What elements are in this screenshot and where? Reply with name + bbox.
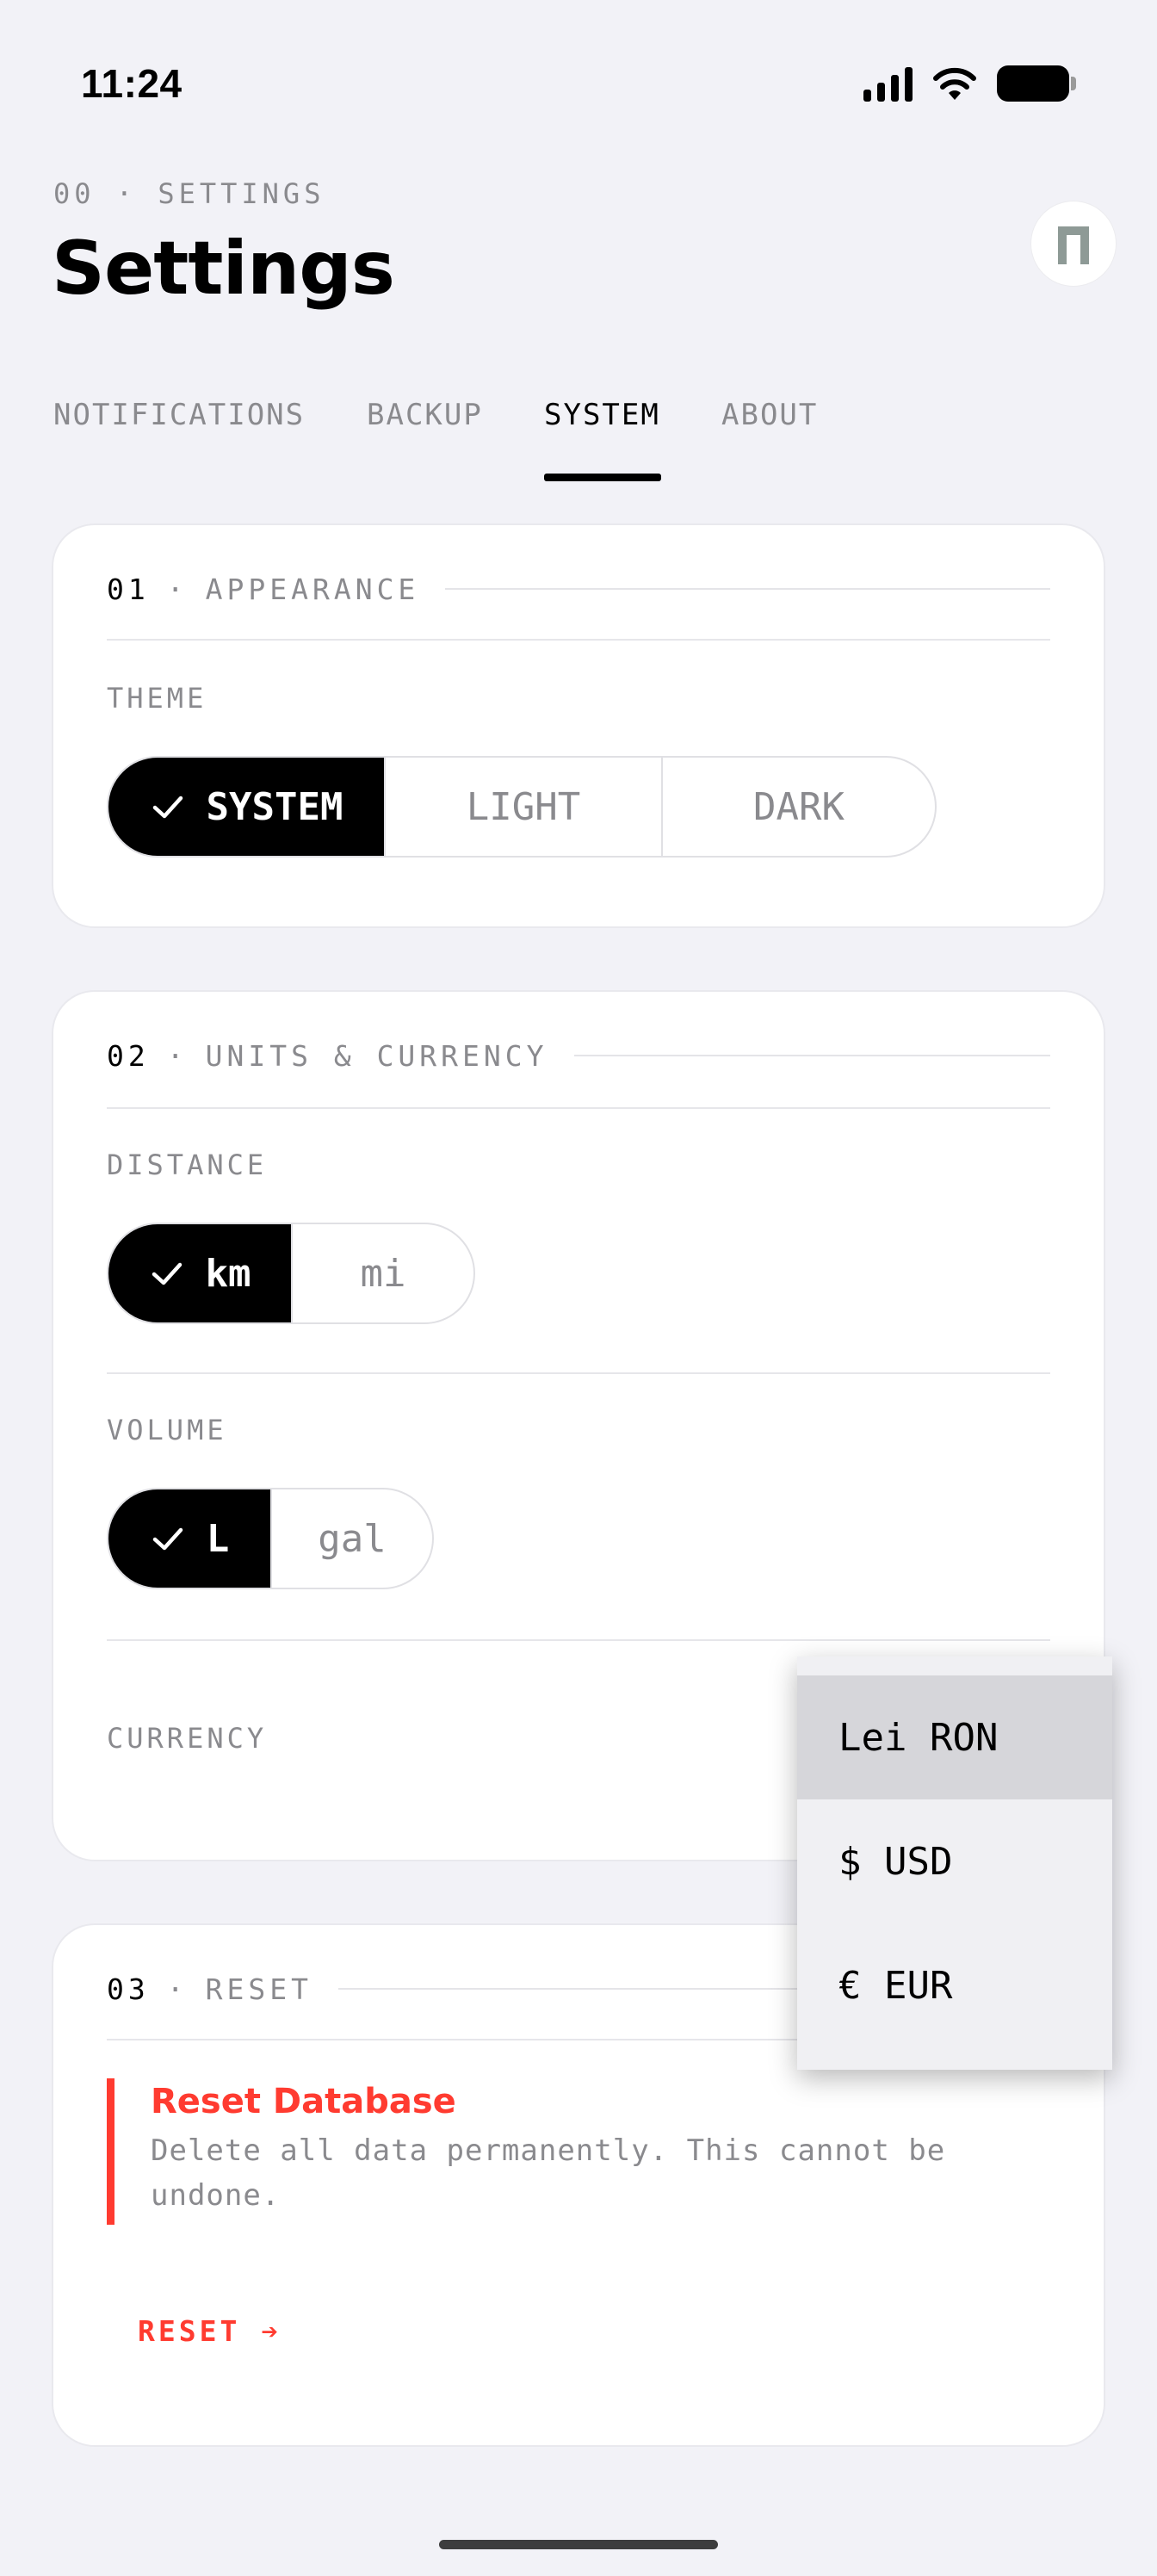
status-time: 11:24 <box>81 61 183 106</box>
theme-segmented-control: SYSTEM LIGHT DARK <box>107 756 937 858</box>
section-title: APPEARANCE <box>205 572 420 606</box>
theme-label: THEME <box>107 682 207 715</box>
volume-segmented-control: L gal <box>107 1488 434 1589</box>
divider <box>107 639 1050 641</box>
avatar[interactable] <box>1031 201 1116 286</box>
divider <box>107 1372 1050 1374</box>
section-rule <box>573 1055 1050 1056</box>
signal-icon <box>863 65 913 102</box>
section-dot: · <box>166 1972 189 2006</box>
theme-option-system[interactable]: SYSTEM <box>108 758 384 856</box>
appearance-card: 01 · APPEARANCE THEME SYSTEM LIGHT DARK <box>53 525 1104 926</box>
currency-option-ron[interactable]: Lei RON <box>797 1675 1112 1799</box>
reset-description: Delete all data permanently. This cannot… <box>151 2128 968 2218</box>
check-icon <box>152 796 183 819</box>
reset-description-line: undone. <box>151 2178 281 2213</box>
volume-option-label: L <box>206 1516 230 1561</box>
distance-option-label: mi <box>360 1251 406 1296</box>
currency-option-usd[interactable]: $ USD <box>797 1799 1112 1923</box>
page-eyebrow: 00 · SETTINGS <box>53 177 325 210</box>
tab-about[interactable]: ABOUT <box>721 398 818 432</box>
theme-option-label: DARK <box>753 784 845 829</box>
tab-active-indicator <box>544 474 661 481</box>
distance-label: DISTANCE <box>107 1149 268 1181</box>
theme-option-light[interactable]: LIGHT <box>384 758 661 856</box>
currency-option-eur[interactable]: € EUR <box>797 1923 1112 2047</box>
currency-dropdown-menu: Lei RON $ USD € EUR <box>797 1656 1112 2070</box>
reset-warning-box: Reset Database Delete all data permanent… <box>107 2078 968 2225</box>
section-rule <box>445 588 1050 590</box>
app-logo-icon <box>1058 226 1089 264</box>
tab-system[interactable]: SYSTEM <box>544 398 660 432</box>
divider <box>107 1639 1050 1641</box>
section-number: 01 <box>107 572 150 606</box>
section-title: UNITS & CURRENCY <box>205 1038 548 1073</box>
tab-backup[interactable]: BACKUP <box>367 398 483 432</box>
divider <box>107 1107 1050 1109</box>
reset-title: Reset Database <box>151 2082 456 2121</box>
volume-label: VOLUME <box>107 1414 227 1446</box>
volume-option-label: gal <box>318 1516 387 1561</box>
section-dot: · <box>166 572 189 606</box>
distance-segmented-control: km mi <box>107 1223 475 1324</box>
distance-option-km[interactable]: km <box>108 1224 291 1322</box>
wifi-icon <box>933 67 976 100</box>
section-header-units: 02 · UNITS & CURRENCY <box>107 1038 1050 1073</box>
section-header-appearance: 01 · APPEARANCE <box>107 572 1050 606</box>
reset-description-line: Delete all data permanently. This cannot… <box>151 2133 946 2168</box>
section-number: 02 <box>107 1038 150 1073</box>
tab-notifications[interactable]: NOTIFICATIONS <box>53 398 305 432</box>
distance-option-mi[interactable]: mi <box>291 1224 473 1322</box>
home-indicator[interactable] <box>439 2540 718 2549</box>
check-icon <box>152 1262 182 1285</box>
status-icons <box>863 65 1076 102</box>
battery-icon <box>997 65 1076 102</box>
page-title: Settings <box>52 226 395 312</box>
section-number: 03 <box>107 1972 150 2006</box>
reset-button[interactable]: RESET ➔ <box>138 2314 282 2348</box>
check-icon <box>152 1527 183 1551</box>
volume-option-gal[interactable]: gal <box>270 1489 432 1588</box>
volume-option-l[interactable]: L <box>108 1489 270 1588</box>
status-bar: 11:24 <box>0 0 1157 172</box>
theme-option-dark[interactable]: DARK <box>661 758 935 856</box>
theme-option-label: LIGHT <box>466 784 581 829</box>
distance-option-label: km <box>205 1251 251 1296</box>
section-title: RESET <box>205 1972 312 2006</box>
theme-option-label: SYSTEM <box>206 784 343 829</box>
section-dot: · <box>166 1038 189 1073</box>
currency-label: CURRENCY <box>107 1722 268 1755</box>
